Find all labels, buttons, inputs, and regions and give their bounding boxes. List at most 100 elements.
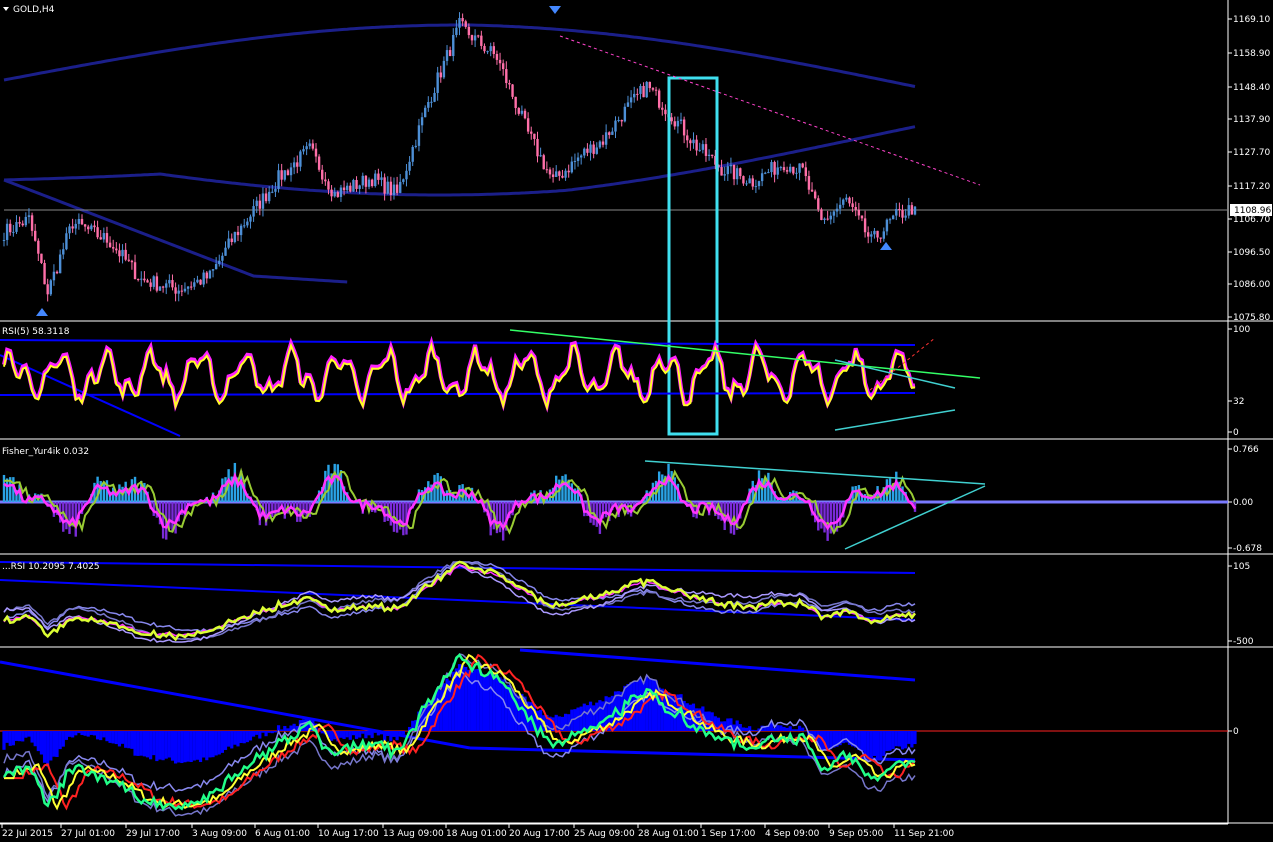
fisher-bar [604, 502, 608, 518]
macd-bar [482, 674, 487, 731]
candle-body [785, 170, 789, 172]
candle-body [779, 167, 783, 169]
candle-body [345, 185, 349, 191]
candle-body [243, 225, 246, 227]
candle-body [65, 233, 68, 250]
candle-body [442, 60, 446, 78]
chart-canvas[interactable]: GOLD,H4 RSI(5) 58.3118 Fisher_Yur4ik 0.0… [0, 0, 1273, 842]
macd-bar [158, 731, 162, 760]
macd-bar [99, 731, 103, 741]
macd-bar [127, 731, 131, 749]
macd-bar [401, 731, 405, 735]
candle-body [149, 282, 152, 287]
candle-body [501, 63, 505, 70]
candle-body [202, 272, 205, 285]
macd-bar [782, 726, 786, 731]
macd-bar [14, 731, 19, 741]
candle-body [732, 164, 736, 180]
macd-bar [882, 731, 886, 756]
candle-body [782, 167, 786, 171]
candle-body [489, 46, 492, 52]
symbol-label: GOLD,H4 [13, 5, 55, 15]
time-tick-label: 1 Sep 17:00 [701, 829, 756, 839]
candle-body [339, 187, 343, 197]
time-tick-label: 13 Aug 09:00 [383, 829, 444, 839]
time-tick-label: 29 Jul 17:00 [126, 829, 180, 839]
macd-bar [114, 731, 118, 745]
macd-bar [251, 731, 256, 737]
macd-bar [576, 707, 580, 731]
time-tick-label: 20 Aug 17:00 [509, 829, 570, 839]
macd-bar [913, 731, 917, 745]
candle-body [636, 93, 639, 95]
fisher-bar [62, 502, 65, 532]
candle-body [292, 162, 296, 168]
candle-body [280, 170, 283, 180]
candle-body [654, 89, 658, 91]
candle-body [879, 237, 882, 239]
candle-body [283, 170, 286, 180]
candle-body [49, 280, 52, 295]
macd-bar [39, 731, 44, 755]
macd-bar [348, 731, 352, 740]
candle-body [798, 163, 801, 173]
macd-bar [286, 728, 290, 731]
candle-body [199, 279, 202, 285]
candle-body [77, 218, 81, 224]
candle-body [336, 192, 340, 197]
candle-body [651, 88, 655, 90]
candle-body [888, 219, 892, 221]
candle-body [776, 167, 779, 175]
candle-body [895, 208, 898, 216]
candle-body [567, 170, 570, 173]
macd-bar [329, 731, 334, 741]
candle-body [127, 259, 130, 261]
fisher-bar [5, 478, 9, 502]
fisher-bar [402, 502, 405, 536]
candle-body [299, 151, 302, 167]
macd-bar [155, 731, 159, 762]
candle-body [30, 215, 34, 231]
price-tick-label: 1137.90 [1233, 115, 1270, 125]
rsi-tick-label: 100 [1233, 325, 1250, 335]
candle-body [813, 191, 817, 199]
macd-bar [30, 731, 34, 743]
macd-bar [794, 729, 799, 731]
macd-bar [879, 731, 883, 759]
candle-body [455, 27, 458, 35]
fisher-bar [885, 479, 889, 502]
macd-bar [111, 731, 115, 744]
candle-body [380, 177, 383, 180]
candle-body [286, 170, 290, 176]
candle-body [536, 138, 539, 157]
macd-bar [186, 731, 190, 762]
candle-body [745, 183, 748, 185]
macd-bar [270, 731, 274, 734]
price-tick-label: 1117.20 [1233, 182, 1270, 192]
macd-bar [202, 731, 206, 758]
candle-body [333, 192, 336, 197]
candle-body [33, 230, 37, 241]
fisher-bar [274, 502, 277, 516]
macd-bar [791, 729, 795, 731]
macd-bar [485, 674, 490, 731]
fisher-title: Fisher_Yur4ik 0.032 [2, 447, 89, 457]
candle-body [867, 232, 870, 237]
candle-body [121, 249, 124, 257]
macd-bar [579, 706, 583, 731]
macd-bar [195, 731, 200, 760]
candle-body [124, 249, 127, 260]
candle-body [539, 155, 542, 157]
candle-body [37, 240, 40, 254]
macd-bar [239, 731, 243, 743]
candle-body [898, 208, 901, 211]
candle-body [842, 199, 845, 205]
rsi-tick-label: 0 [1233, 428, 1239, 438]
candle-body [43, 262, 46, 285]
candle-body [24, 216, 28, 226]
candle-body [561, 175, 564, 178]
fisher-bar [673, 477, 676, 502]
macd-bar [130, 731, 134, 749]
time-tick-label: 11 Sep 21:00 [894, 829, 954, 839]
macd-bar [501, 679, 505, 731]
